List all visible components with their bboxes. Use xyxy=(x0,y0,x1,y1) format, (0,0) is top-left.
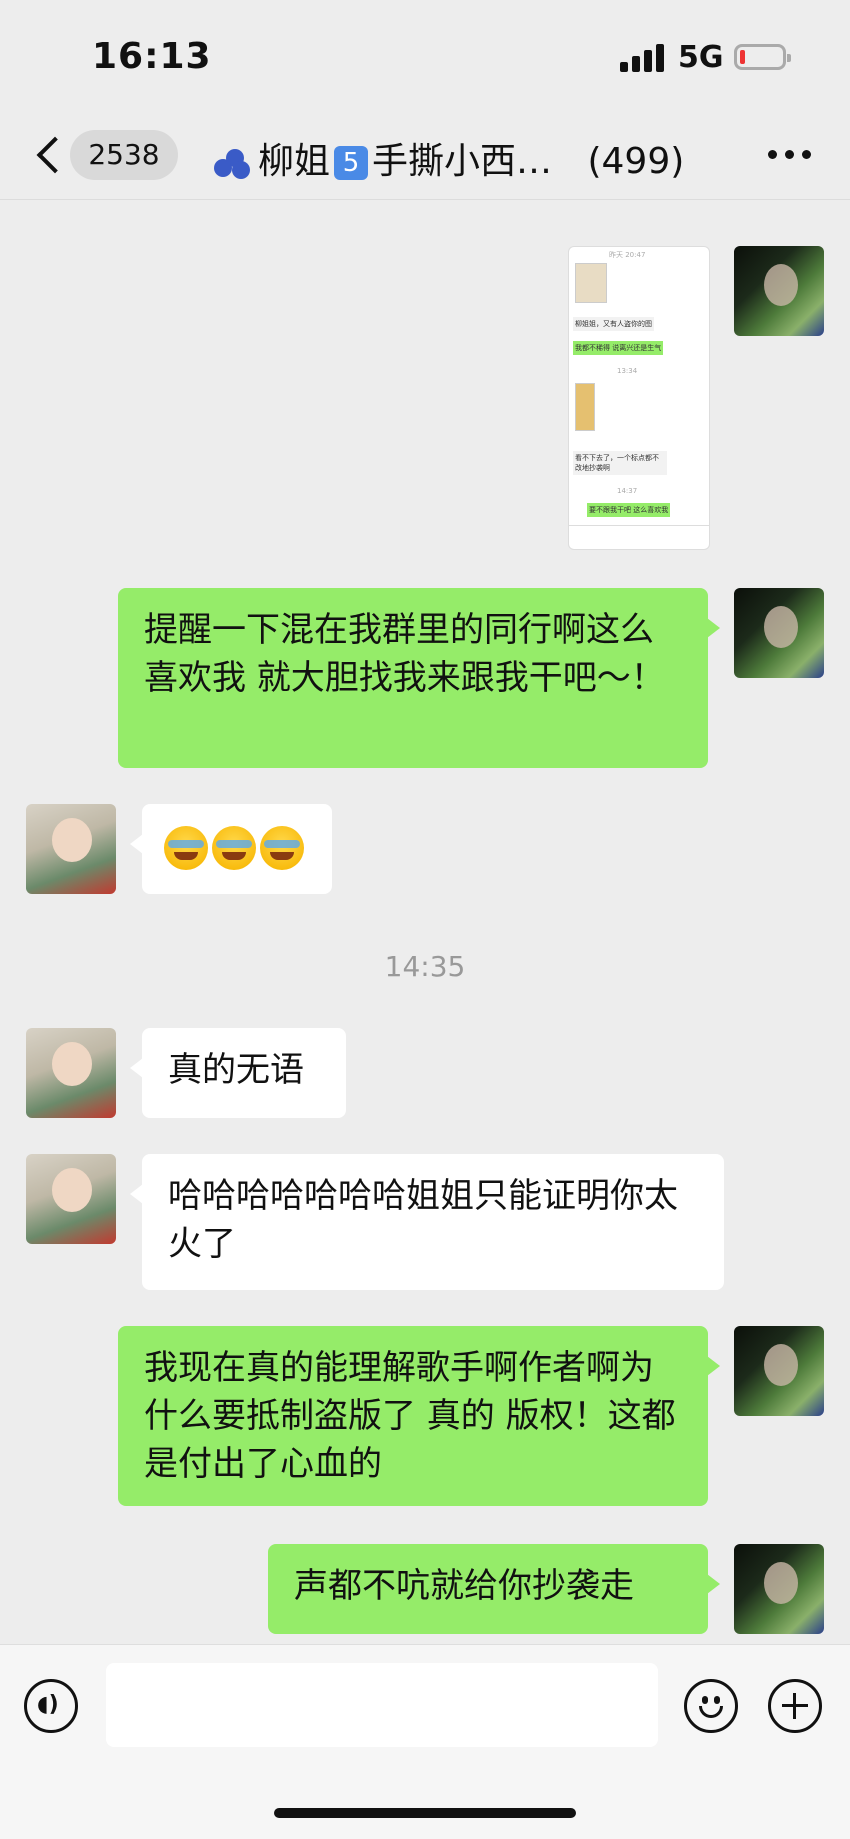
back-chevron-icon[interactable] xyxy=(30,130,70,180)
face-with-tears-of-joy-icon xyxy=(212,825,256,870)
member-count: (499) xyxy=(587,141,685,182)
face-with-tears-of-joy-icon xyxy=(164,825,208,870)
image-line-2: 我都不稀得 说离兴还是生气 xyxy=(573,341,664,355)
network-type: 5G xyxy=(678,40,724,75)
my-avatar[interactable] xyxy=(734,246,824,336)
signal-icon xyxy=(620,44,666,72)
image-header-time: 昨天 20:47 xyxy=(609,251,646,259)
emoji-message-bubble[interactable] xyxy=(130,804,332,894)
message-bubble[interactable]: 提醒一下混在我群里的同行啊这么喜欢我 就大胆找我来跟我干吧～！ xyxy=(118,588,720,768)
contact-avatar[interactable] xyxy=(26,1028,116,1118)
contact-avatar[interactable] xyxy=(26,1154,116,1244)
screenshot-image-message[interactable]: 昨天 20:47 柳姐姐，又有人盗你的图 我都不稀得 说离兴还是生气 13:34… xyxy=(568,246,710,550)
battery-icon xyxy=(734,44,791,70)
unread-count-badge[interactable]: 2538 xyxy=(70,130,178,180)
home-indicator xyxy=(274,1808,576,1818)
image-ts-1: 13:34 xyxy=(617,367,638,375)
chat-timestamp: 14:35 xyxy=(384,950,466,983)
message-bubble[interactable]: 声都不吭就给你抄袭走 xyxy=(268,1544,720,1634)
message-bubble[interactable]: 我现在真的能理解歌手啊作者啊为什么要抵制盗版了 真的 版权！这都是付出了心血的 xyxy=(118,1326,720,1506)
chat-header: 2538 柳姐 5 手撕小西… (499) xyxy=(0,110,850,200)
my-avatar[interactable] xyxy=(734,1326,824,1416)
status-time: 16:13 xyxy=(92,36,212,77)
image-thumbnail xyxy=(575,263,607,303)
image-ts-2: 14:37 xyxy=(617,487,638,495)
contact-avatar[interactable] xyxy=(26,804,116,894)
image-line-3: 看不下去了，一个标点都不改地抄袭啊 xyxy=(573,451,667,475)
plus-icon[interactable] xyxy=(768,1679,822,1733)
image-line-4: 要不跟我干吧 这么喜欢我 xyxy=(587,503,671,517)
face-with-tears-of-joy-icon xyxy=(260,825,304,870)
message-input[interactable] xyxy=(106,1663,658,1747)
status-bar: 16:13 5G xyxy=(0,0,850,110)
chat-title-rest: 手撕小西… xyxy=(372,141,553,182)
image-thumbnail xyxy=(575,383,595,431)
emoji-icon[interactable] xyxy=(684,1679,738,1733)
chat-title-name: 柳姐 xyxy=(258,141,331,182)
voice-icon[interactable]: ◖) xyxy=(24,1679,78,1733)
chat-title: 柳姐 5 手撕小西… (499) xyxy=(212,132,684,184)
message-bubble[interactable]: 哈哈哈哈哈哈哈姐姐只能证明你太火了 xyxy=(130,1154,724,1290)
image-line-1: 柳姐姐，又有人盗你的图 xyxy=(573,317,654,331)
blueberry-emoji-icon xyxy=(212,145,254,181)
keycap-five-badge: 5 xyxy=(334,146,369,180)
my-avatar[interactable] xyxy=(734,1544,824,1634)
more-options-icon[interactable] xyxy=(768,148,812,162)
message-bubble[interactable]: 真的无语 xyxy=(130,1028,346,1118)
my-avatar[interactable] xyxy=(734,588,824,678)
